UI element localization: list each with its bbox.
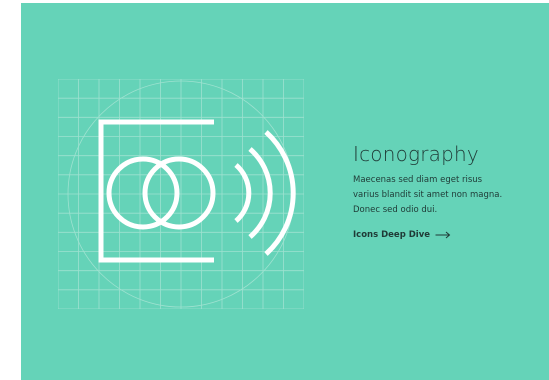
icons-deep-dive-link[interactable]: Icons Deep Dive [353, 230, 451, 240]
description-line: Maecenas sed diam eget risus [353, 175, 483, 185]
description-line: varius blandit sit amet non magna. [353, 190, 503, 200]
page-title: Iconography [353, 142, 479, 166]
hero-panel: Iconography Maecenas sed diam eget risus… [21, 3, 549, 380]
signal-wave-medium [248, 147, 273, 239]
icons-deep-dive-label: Icons Deep Dive [353, 230, 431, 240]
keyline-grid [58, 79, 304, 309]
bracket-frame [98, 119, 214, 263]
arrow-right-icon [435, 231, 451, 239]
description-line: Donec sed odio dui. [353, 205, 438, 215]
hero-description: Maecenas sed diam eget risus varius blan… [353, 173, 549, 218]
hero-content: Iconography Maecenas sed diam eget risus… [353, 141, 549, 241]
iconography-grid-icon [58, 79, 304, 309]
iconography-grid-illustration [58, 79, 304, 309]
icon-shape [98, 119, 296, 263]
